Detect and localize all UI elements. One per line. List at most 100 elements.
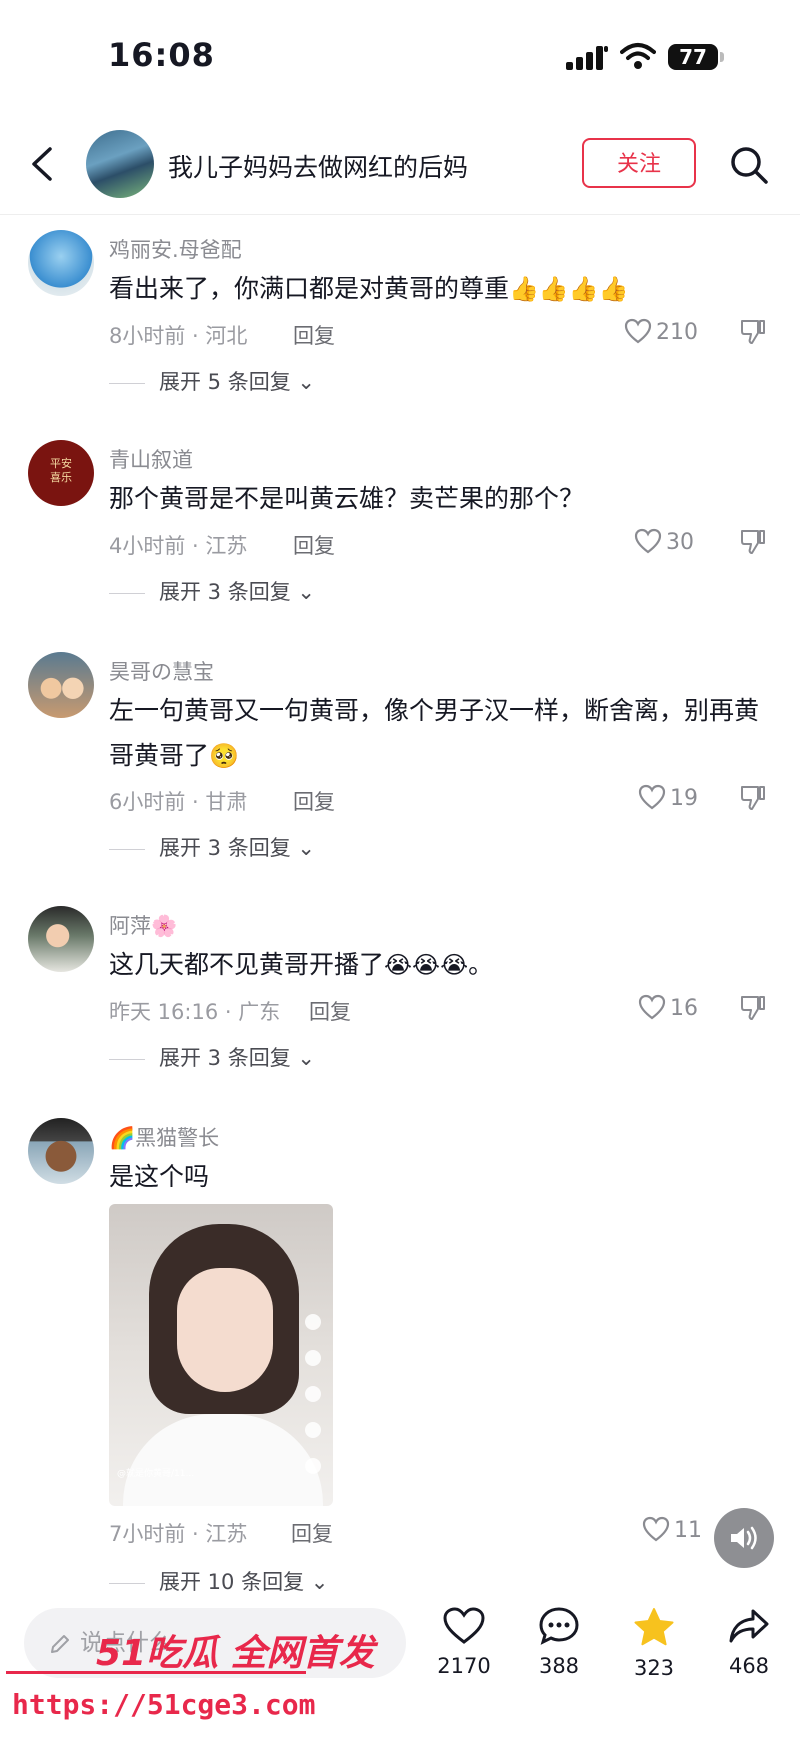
comment-meta: 昨天 16:16 · 广东 — [109, 1000, 281, 1024]
like-button[interactable]: 210 — [624, 318, 698, 345]
comment-text-tail: 。 — [468, 950, 494, 979]
heart-icon — [624, 318, 652, 344]
pencil-icon — [51, 1635, 69, 1653]
heart-icon — [642, 1516, 670, 1542]
speaker-icon — [731, 1526, 757, 1550]
commenter-avatar[interactable] — [28, 1118, 94, 1184]
commenter-avatar[interactable] — [28, 230, 94, 296]
like-count: 210 — [656, 320, 698, 345]
commenter-name[interactable]: 青山叙道 — [109, 444, 193, 474]
sound-toggle-button[interactable] — [714, 1508, 774, 1568]
commenter-name[interactable]: 昊哥の慧宝 — [109, 656, 214, 686]
watermark-underline — [6, 1671, 306, 1674]
commenter-name[interactable]: 🌈黑猫警长 — [109, 1122, 219, 1152]
comment-meta: 6小时前 · 甘肃 — [109, 790, 248, 814]
like-count: 19 — [670, 786, 698, 811]
favorite-button[interactable]: 323 — [614, 1606, 694, 1680]
commenter-avatar[interactable] — [28, 906, 94, 972]
wifi-icon — [620, 43, 656, 69]
like-button[interactable]: 11 — [642, 1516, 702, 1543]
dislike-icon[interactable] — [740, 318, 766, 346]
crying-emoji: 😭😭😭 — [384, 951, 469, 979]
commenter-name-text: 阿萍 — [109, 914, 151, 938]
comment-meta: 4小时前 · 江苏 — [109, 534, 248, 558]
commenter-name-text: 黑猫警长 — [135, 1126, 220, 1150]
expand-label: 展开 3 条回复 — [159, 1046, 291, 1070]
dislike-icon[interactable] — [740, 784, 766, 812]
commenter-avatar[interactable]: 平安喜乐 — [28, 440, 94, 506]
share-count: 468 — [728, 1654, 770, 1678]
expand-label: 展开 3 条回复 — [159, 836, 291, 860]
video-side-actions — [301, 1314, 325, 1494]
status-time: 16:08 — [108, 36, 215, 74]
like-button[interactable]: 16 — [638, 994, 698, 1021]
back-arrow-icon[interactable] — [28, 146, 56, 182]
comment-bubble-icon — [539, 1607, 579, 1645]
expand-replies[interactable]: 展开 3 条回复 ⌄ — [109, 1042, 315, 1072]
dislike-icon[interactable] — [740, 528, 766, 556]
expand-replies[interactable]: 展开 5 条回复 ⌄ — [109, 366, 315, 396]
expand-replies[interactable]: 展开 3 条回复 ⌄ — [109, 832, 315, 862]
expand-line — [109, 382, 145, 384]
favorite-count: 323 — [633, 1656, 675, 1680]
page-title: 我儿子妈妈去做网红的后妈 — [168, 153, 469, 182]
reply-button[interactable]: 回复 — [293, 530, 335, 560]
expand-line — [109, 848, 145, 850]
flower-emoji: 🌸 — [151, 914, 178, 938]
video-person-face — [177, 1268, 273, 1392]
chevron-down-icon: ⌄ — [297, 370, 316, 394]
expand-line — [109, 1582, 145, 1584]
follow-button[interactable]: 关注 — [582, 138, 696, 188]
like-count: 2170 — [437, 1654, 491, 1678]
like-video-button[interactable]: 2170 — [424, 1606, 504, 1678]
comments-button[interactable]: 388 — [519, 1606, 599, 1678]
comment-text: 看出来了，你满口都是对黄哥的尊重👍👍👍👍 — [109, 266, 759, 312]
chevron-down-icon: ⌄ — [310, 1570, 329, 1594]
chevron-down-icon: ⌄ — [297, 836, 316, 860]
expand-label: 展开 5 条回复 — [159, 370, 291, 394]
video-caption: @就是你黄哥/11... — [117, 1469, 195, 1479]
watermark-url: https://51cge3.com — [12, 1688, 316, 1721]
avatar-text: 平安喜乐 — [50, 457, 72, 484]
heart-icon — [634, 528, 662, 554]
comment-text: 是这个吗 — [109, 1162, 210, 1191]
search-icon[interactable] — [728, 144, 770, 186]
comment-text-body: 左一句黄哥又一句黄哥，像个男子汉一样，断舍离，别再黄哥黄哥了 — [109, 696, 760, 770]
like-count: 11 — [674, 1518, 702, 1543]
like-button[interactable]: 30 — [634, 528, 694, 555]
chevron-down-icon: ⌄ — [297, 580, 316, 604]
expand-replies[interactable]: 展开 3 条回复 ⌄ — [109, 576, 315, 606]
video-person-shirt — [123, 1414, 323, 1506]
battery-cap — [720, 52, 724, 62]
share-arrow-icon — [729, 1609, 769, 1643]
commenter-name[interactable]: 阿萍🌸 — [109, 910, 177, 940]
embedded-video-thumbnail[interactable]: @就是你黄哥/11... — [109, 1204, 333, 1506]
pleading-emoji: 🥺 — [209, 742, 239, 770]
battery-indicator: 77 — [668, 44, 718, 70]
heart-icon — [638, 994, 666, 1020]
expand-line — [109, 592, 145, 594]
commenter-name[interactable]: 鸡丽安.母爸配 — [109, 234, 242, 264]
star-icon — [634, 1608, 674, 1646]
commenter-avatar[interactable] — [28, 652, 94, 718]
comment-count: 388 — [538, 1654, 580, 1678]
expand-line — [109, 1058, 145, 1060]
reply-button[interactable]: 回复 — [293, 786, 335, 816]
comment-text: 左一句黄哥又一句黄哥，像个男子汉一样，断舍离，别再黄哥黄哥了🥺 — [109, 688, 759, 779]
like-count: 30 — [666, 530, 694, 555]
comment-meta: 8小时前 · 河北 — [109, 324, 248, 348]
dislike-icon[interactable] — [740, 994, 766, 1022]
heart-icon — [638, 784, 666, 810]
comment-text-body: 这几天都不见黄哥开播了 — [109, 950, 385, 979]
reply-button[interactable]: 回复 — [293, 320, 335, 350]
reply-button[interactable]: 回复 — [309, 996, 351, 1026]
comment-text: 这几天都不见黄哥开播了😭😭😭。 — [109, 942, 759, 988]
reply-button[interactable]: 回复 — [291, 1518, 333, 1548]
share-button[interactable]: 468 — [709, 1606, 789, 1678]
comment-text: 那个黄哥是不是叫黄云雄？卖芒果的那个？ — [109, 484, 585, 513]
like-count: 16 — [670, 996, 698, 1021]
author-avatar[interactable] — [86, 130, 154, 198]
like-button[interactable]: 19 — [638, 784, 698, 811]
comment-meta: 7小时前 · 江苏 — [109, 1522, 248, 1546]
cellular-signal-icon — [566, 46, 610, 70]
